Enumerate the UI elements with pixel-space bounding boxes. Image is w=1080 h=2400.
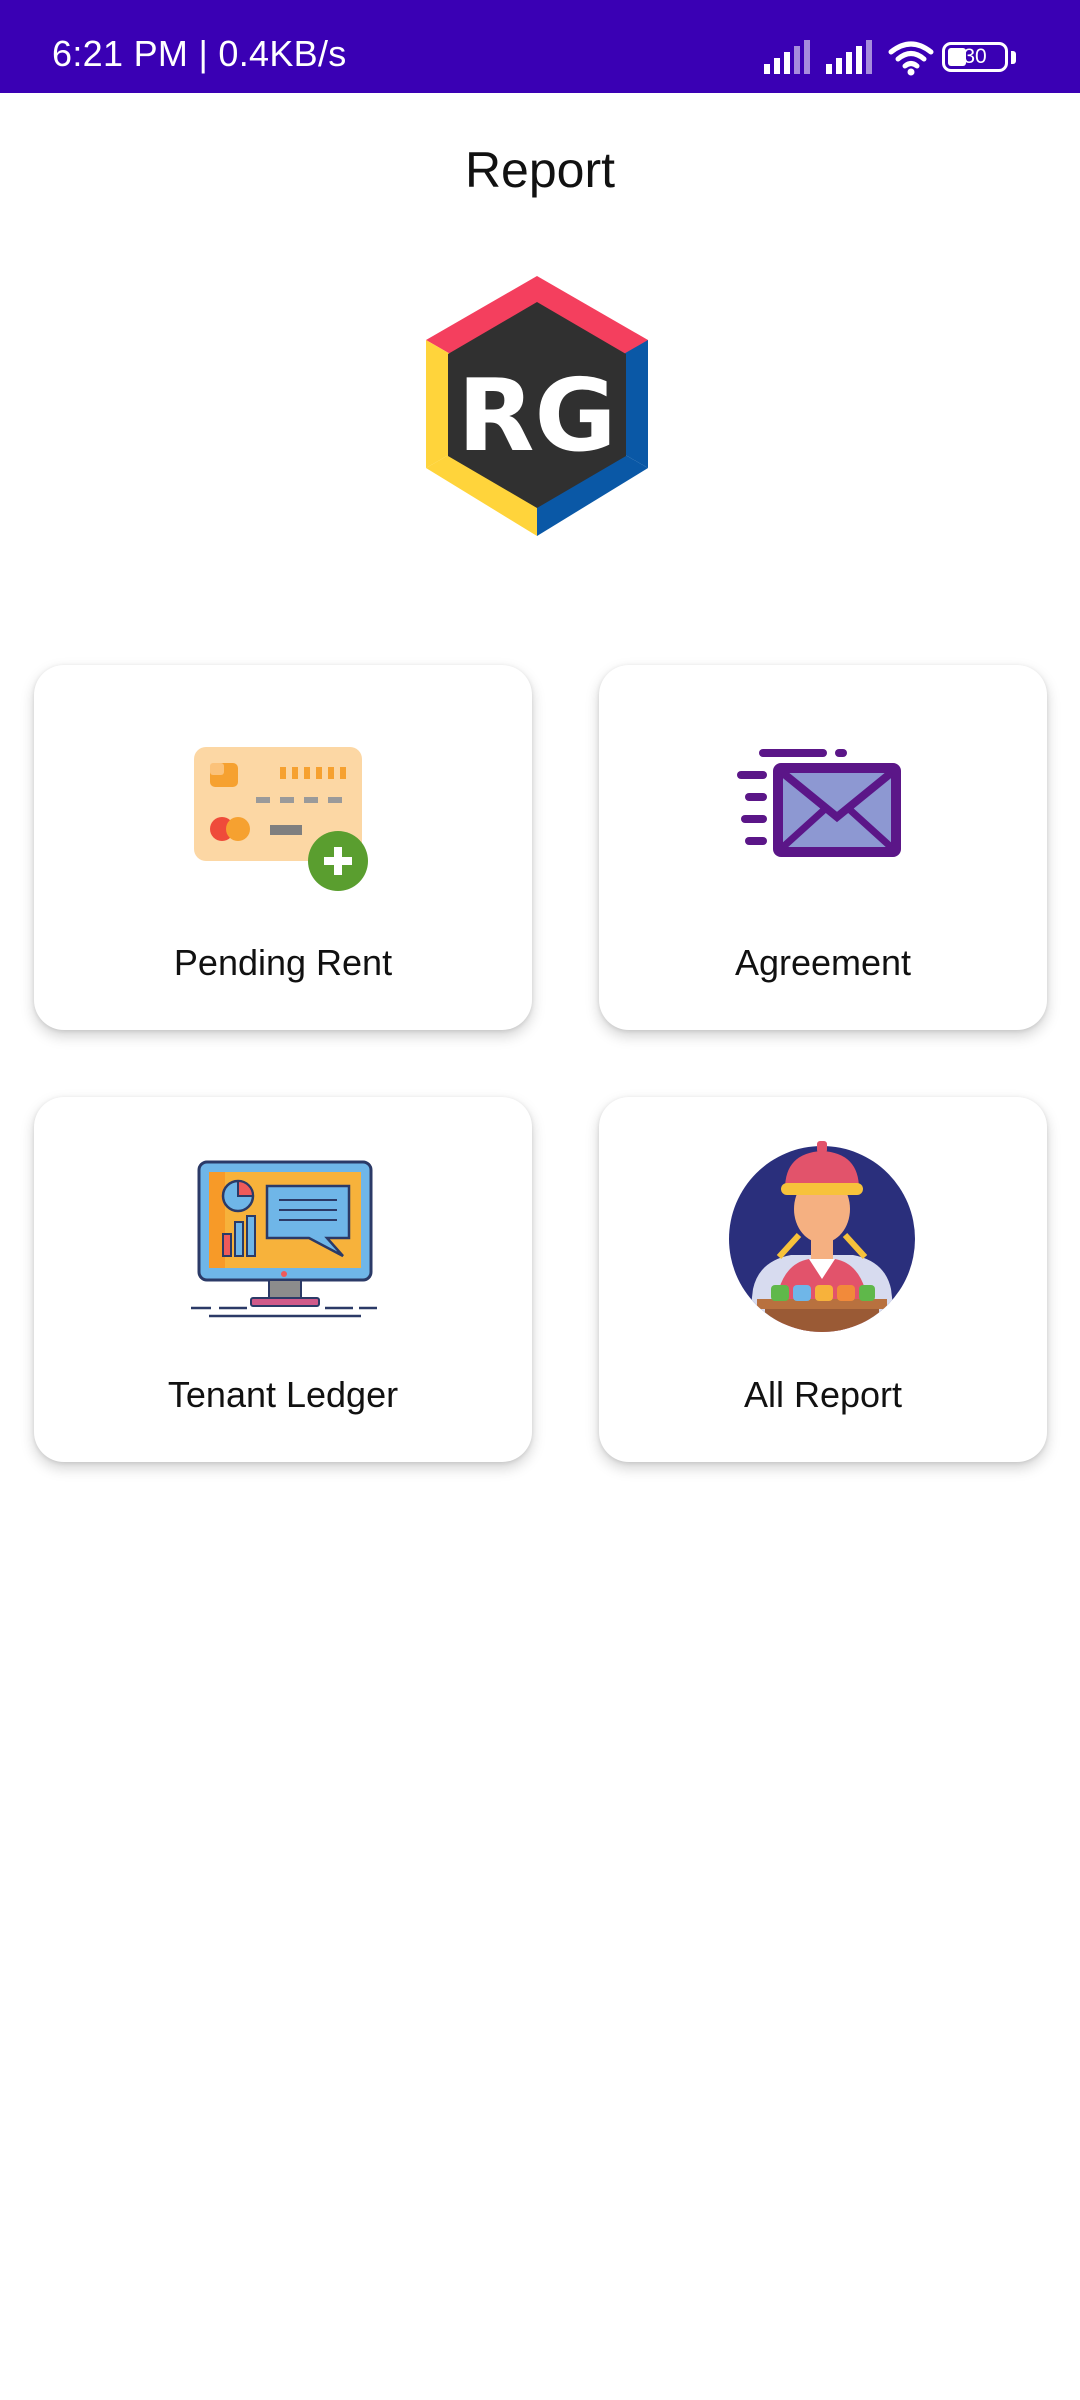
credit-card-add-icon	[194, 747, 368, 891]
tenant-ledger-card[interactable]: Tenant Ledger	[34, 1097, 532, 1462]
agreement-label: Agreement	[734, 942, 912, 983]
envelope-icon	[737, 749, 901, 857]
status-bar: 6:21 PM | 0.4KB/s 30	[0, 0, 1080, 93]
vendor-person-icon	[729, 1141, 915, 1332]
wifi-icon	[888, 41, 934, 76]
page-title: Report	[464, 142, 616, 198]
monitor-report-icon	[191, 1160, 377, 1318]
status-icons: 30	[760, 40, 1020, 80]
logo-text: RG	[457, 357, 616, 474]
pending-rent-card[interactable]: Pending Rent	[34, 665, 532, 1030]
agreement-card[interactable]: Agreement	[599, 665, 1047, 1030]
signal-icon	[826, 40, 872, 74]
pending-rent-label: Pending Rent	[173, 942, 393, 983]
battery-tip	[1011, 51, 1016, 64]
battery-level: 30	[963, 45, 987, 68]
app-logo: RG	[426, 276, 648, 536]
signal-icon	[764, 40, 810, 74]
status-time-speed: 6:21 PM | 0.4KB/s	[52, 33, 347, 74]
all-report-label: All Report	[743, 1374, 903, 1415]
tenant-ledger-label: Tenant Ledger	[167, 1374, 399, 1415]
battery-icon: 30	[942, 42, 1008, 72]
all-report-card[interactable]: All Report	[599, 1097, 1047, 1462]
